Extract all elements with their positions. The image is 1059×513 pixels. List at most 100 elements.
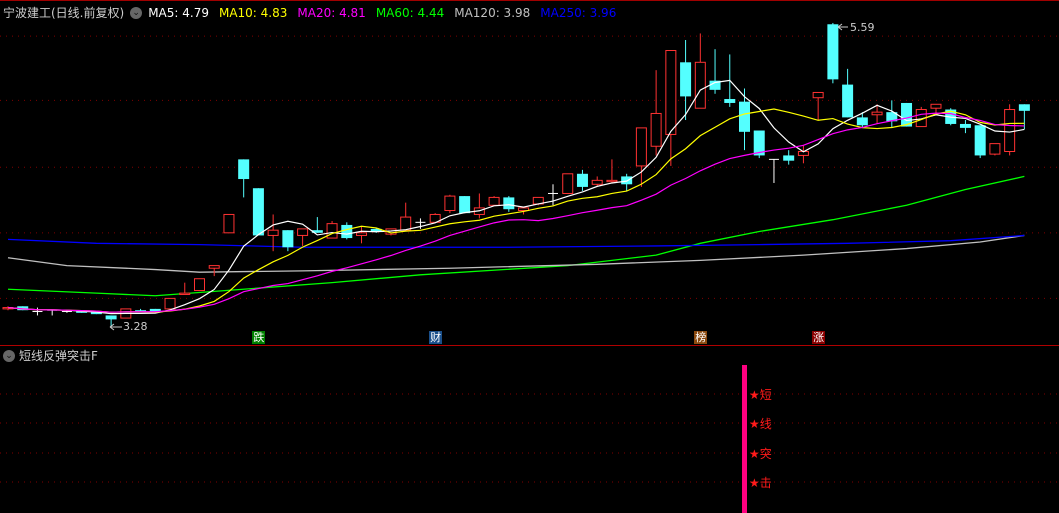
signal-bar [742, 365, 747, 513]
candle-body [459, 196, 471, 214]
ma-legend-item[interactable]: MA60: 4.44 [376, 6, 444, 20]
low-arrow-icon [109, 323, 122, 331]
candle-body [503, 197, 515, 210]
ma5-line [7, 79, 1025, 315]
high-arrow-icon [837, 23, 848, 31]
candle [208, 265, 220, 277]
candle-body [164, 297, 176, 310]
candle [400, 202, 412, 232]
candle [562, 173, 574, 194]
candle-body [680, 62, 692, 97]
candle [989, 143, 1001, 156]
candle-body [621, 176, 633, 185]
candle [797, 144, 809, 164]
ma-legend-item[interactable]: MA120: 3.98 [454, 6, 530, 20]
candle [444, 194, 456, 214]
candle [974, 125, 986, 159]
indicator-header: ⌄ 短线反弹突击F [3, 347, 98, 364]
event-badge[interactable]: 榜 [694, 331, 708, 344]
candle [635, 127, 647, 187]
candle-body [208, 265, 220, 269]
candle [753, 130, 765, 159]
ma-legend-item[interactable]: MA250: 3.96 [540, 6, 616, 20]
high-price-label: 5.59 [850, 21, 875, 34]
candle [32, 307, 43, 316]
candle [488, 196, 500, 206]
candle-body [1004, 109, 1016, 152]
candle [473, 193, 485, 219]
candle-body [562, 173, 574, 194]
candle-body [930, 103, 942, 109]
candle [959, 120, 971, 134]
candle [311, 217, 323, 233]
chevron-down-icon[interactable]: ⌄ [130, 6, 143, 19]
candle [252, 188, 264, 236]
ma-legend-item[interactable]: MA10: 4.83 [219, 6, 287, 20]
signal-char: ★线 [749, 417, 772, 431]
candle [650, 70, 662, 156]
candle [768, 158, 779, 183]
ma250-line [7, 234, 1025, 248]
ma120-line [7, 234, 1025, 273]
candle-body [606, 179, 618, 183]
ma60-line [7, 175, 1025, 297]
candle-body [297, 228, 309, 236]
indicator-title[interactable]: 短线反弹突击F [19, 347, 98, 364]
candle-body [356, 232, 368, 236]
candle-body [842, 84, 854, 118]
candle-body [974, 125, 986, 156]
candle-body [665, 49, 677, 135]
candle-body [650, 112, 662, 147]
candle [783, 150, 795, 165]
chevron-down-icon[interactable]: ⌄ [3, 349, 15, 362]
candle-body [400, 216, 412, 231]
candle-body [989, 143, 1001, 155]
chart-header: 宁波建工(日线.前复权) ⌄ MA5: 4.79 MA10: 4.83 MA20: … [3, 4, 618, 21]
price-grid [0, 35, 1059, 299]
event-badge[interactable]: 跌 [252, 331, 266, 344]
candle-body [694, 61, 706, 109]
ma-legend: MA5: 4.79 MA10: 4.83 MA20: 4.81 MA60: 4.44 M… [148, 6, 618, 20]
candle-body [223, 213, 235, 234]
candle-body [341, 224, 353, 239]
candle-body [635, 127, 647, 167]
candle [503, 196, 515, 212]
candles [2, 22, 1030, 326]
long-ma-lines [7, 175, 1025, 297]
signal-char: ★短 [749, 388, 772, 402]
candle [1004, 104, 1016, 156]
kline-chart[interactable] [0, 0, 1059, 513]
signal-char: ★击 [749, 476, 772, 490]
candle [459, 196, 471, 214]
candle-body [252, 188, 264, 236]
candle-body [179, 292, 191, 295]
candle [709, 49, 721, 94]
candle-body [238, 159, 250, 180]
ma-legend-item[interactable]: MA20: 4.81 [297, 6, 365, 20]
candle-body [739, 101, 750, 132]
candle [179, 282, 191, 295]
candle [135, 308, 147, 312]
candle [827, 22, 839, 84]
indicator-grid [0, 393, 1059, 483]
event-badge[interactable]: 财 [429, 331, 443, 344]
candle [930, 103, 942, 114]
candle-body [812, 91, 824, 99]
signal-char: ★突 [749, 447, 772, 461]
candle [238, 159, 250, 198]
candle [842, 68, 854, 118]
candle-body [105, 315, 117, 320]
candle [223, 213, 235, 234]
stock-title[interactable]: 宁波建工(日线.前复权) [3, 4, 124, 21]
candle-body [959, 123, 971, 128]
event-badge[interactable]: 涨 [812, 331, 826, 344]
candle-body [724, 99, 736, 103]
candle [297, 228, 309, 246]
candle [267, 214, 279, 252]
ma-legend-item[interactable]: MA5: 4.79 [148, 6, 209, 20]
short-ma-lines [7, 79, 1025, 315]
candle-body [591, 179, 603, 185]
candle-body [488, 196, 500, 206]
low-price-label: 3.28 [123, 320, 148, 333]
candle-body [282, 230, 294, 248]
